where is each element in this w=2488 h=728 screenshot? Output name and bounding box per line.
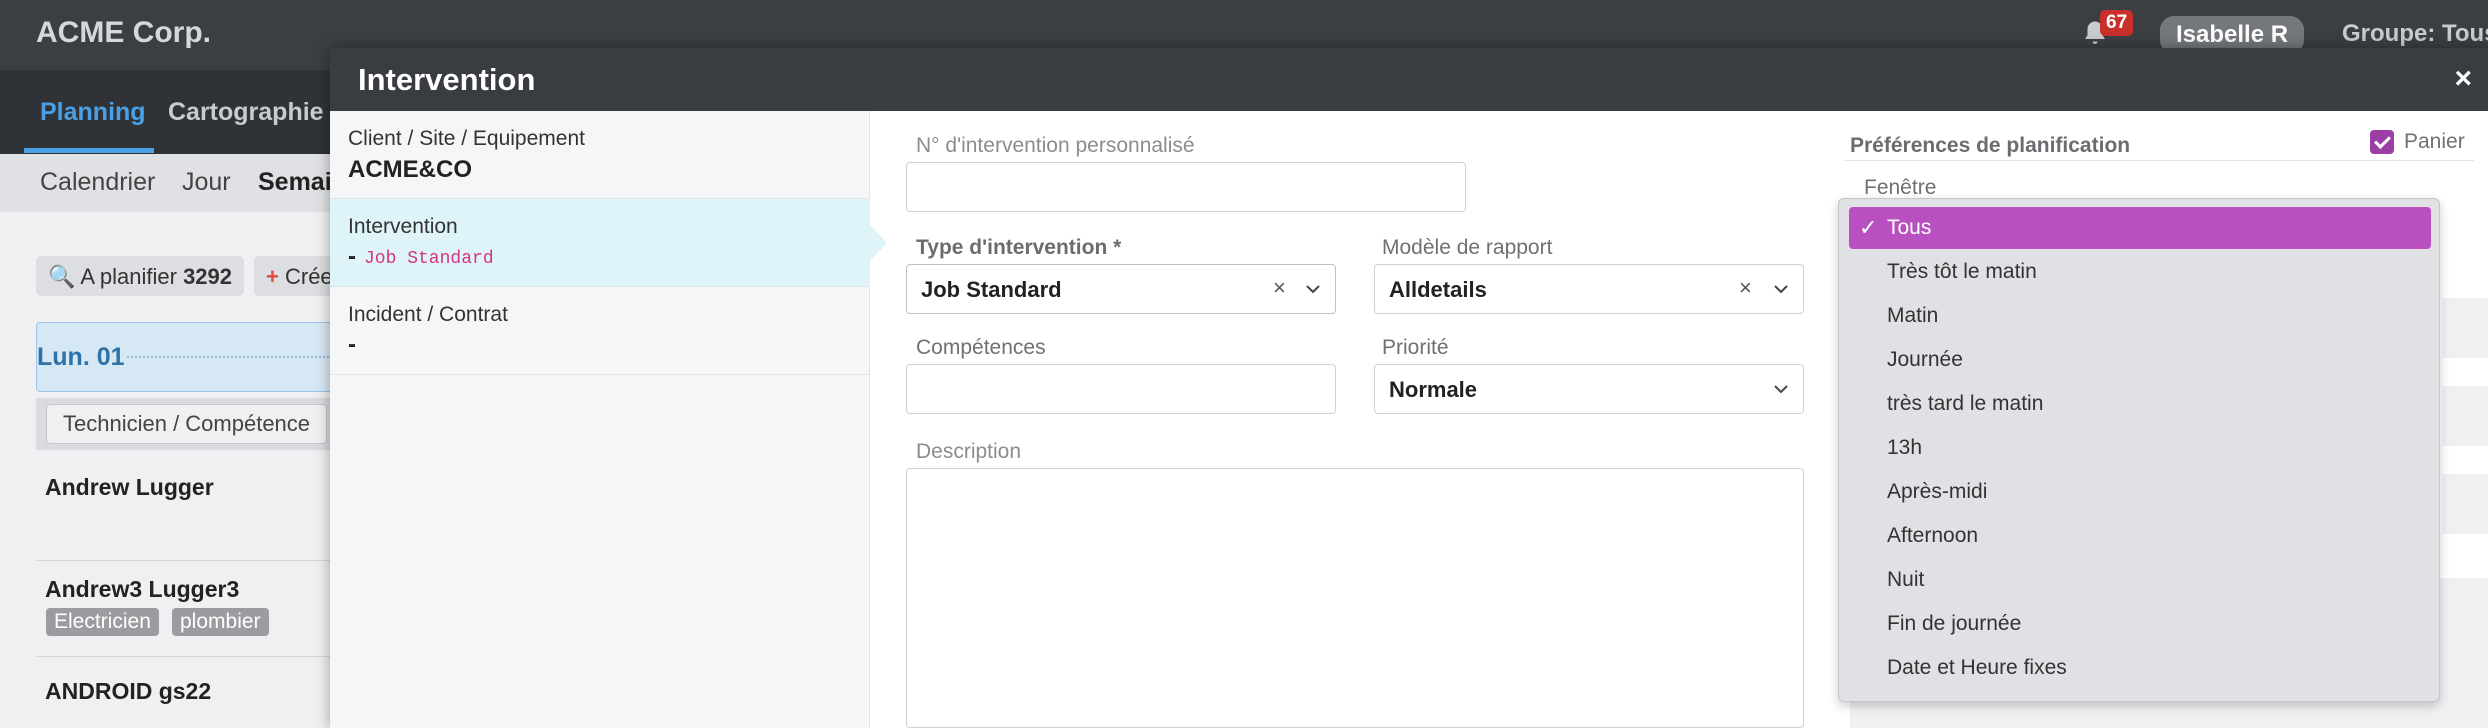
basket-label: Panier	[2404, 130, 2465, 153]
dropdown-option[interactable]: 13h	[1849, 427, 2431, 469]
skill-tag: plombier	[172, 608, 269, 636]
to-plan-label: A planifier	[80, 264, 177, 289]
close-icon[interactable]: ×	[2454, 62, 2472, 96]
clear-icon[interactable]: ×	[1739, 275, 1752, 301]
dropdown-option[interactable]: Matin	[1849, 295, 2431, 337]
window-label: Fenêtre	[1864, 176, 1937, 199]
brand-logo: ACME Corp.	[36, 16, 211, 49]
modal-header: Intervention ×	[330, 48, 2488, 111]
priority-value: Normale	[1389, 377, 1478, 402]
sidebar-item-value: ACME&CO	[348, 156, 472, 183]
priority-label: Priorité	[1382, 336, 1449, 359]
sidebar-item-title: Incident / Contrat	[348, 303, 508, 326]
basket-checkbox[interactable]	[2370, 130, 2394, 154]
technician-header-label[interactable]: Technicien / Compétence	[46, 404, 328, 444]
nav-planning[interactable]: Planning	[40, 98, 146, 127]
day-divider	[127, 356, 357, 358]
sidebar-item-title: Intervention	[348, 215, 458, 238]
custom-number-label: N° d'intervention personnalisé	[916, 134, 1195, 157]
intervention-type-label: Type d'intervention *	[916, 236, 1122, 259]
planning-preferences-title: Préférences de planification	[1850, 134, 2131, 157]
intervention-type-value: Job Standard	[921, 277, 1062, 302]
technician-name[interactable]: Andrew3 Lugger3	[45, 576, 239, 603]
description-textarea[interactable]	[906, 468, 1804, 728]
chevron-down-icon	[1774, 385, 1788, 394]
to-plan-button[interactable]: 🔍 A planifier 3292	[36, 256, 245, 296]
dropdown-option[interactable]: Journée	[1849, 339, 2431, 381]
section-divider	[1844, 160, 2474, 161]
clear-icon[interactable]: ×	[1273, 275, 1286, 301]
search-icon: 🔍	[48, 264, 76, 289]
intervention-type-select[interactable]: Job Standard ×	[906, 264, 1336, 314]
row-divider	[36, 656, 336, 657]
dropdown-option[interactable]: ✓ Tous	[1849, 207, 2431, 249]
skills-input[interactable]	[906, 364, 1336, 414]
report-model-select[interactable]: Alldetails ×	[1374, 264, 1804, 314]
dropdown-option[interactable]: Très tôt le matin	[1849, 251, 2431, 293]
hidden-field-edge	[2442, 298, 2488, 358]
hidden-field-edge	[2442, 386, 2488, 446]
sidebar-item-code: Job Standard	[364, 249, 494, 269]
view-calendrier[interactable]: Calendrier	[40, 168, 155, 197]
day-row[interactable]: Lun. 01	[36, 322, 357, 392]
report-model-label: Modèle de rapport	[1382, 236, 1553, 259]
description-label: Description	[916, 440, 1022, 463]
active-arrow	[870, 225, 887, 261]
sidebar-item-title: Client / Site / Equipement	[348, 127, 585, 150]
modal-title: Intervention	[358, 62, 536, 97]
sidebar-item-incident[interactable]: Incident / Contrat -	[330, 287, 870, 375]
skill-tag: Electricien	[46, 608, 159, 636]
sidebar-item-dash: -	[348, 243, 356, 270]
chevron-down-icon	[1774, 285, 1788, 294]
chevron-down-icon	[1306, 285, 1320, 294]
plus-icon: +	[266, 264, 279, 289]
priority-select[interactable]: Normale	[1374, 364, 1804, 414]
report-model-value: Alldetails	[1389, 277, 1487, 302]
group-selector[interactable]: Groupe: Tous	[2342, 20, 2488, 48]
to-plan-count: 3292	[183, 264, 233, 289]
nav-active-indicator	[24, 148, 154, 153]
dropdown-option[interactable]: Afternoon	[1849, 515, 2431, 557]
technician-name[interactable]: Andrew Lugger	[45, 474, 214, 501]
skills-label: Compétences	[916, 336, 1046, 359]
view-jour[interactable]: Jour	[182, 168, 231, 197]
row-divider	[36, 560, 336, 561]
modal-sidebar: Client / Site / Equipement ACME&CO Inter…	[330, 111, 887, 728]
technician-name[interactable]: ANDROID gs22	[45, 678, 211, 705]
window-dropdown[interactable]: ✓ Tous Très tôt le matin Matin Journée t…	[1838, 198, 2440, 702]
dropdown-option[interactable]: Date et Heure fixes	[1849, 647, 2431, 689]
notification-badge: 67	[2100, 10, 2134, 36]
sidebar-item-dash: -	[348, 331, 356, 358]
hidden-field-edge	[2442, 474, 2488, 534]
technician-header: Technicien / Compétence	[36, 398, 336, 450]
intervention-modal: Intervention × Client / Site / Equipemen…	[330, 48, 2488, 728]
nav-cartographie[interactable]: Cartographie	[168, 98, 324, 127]
day-label: Lun. 01	[37, 343, 125, 371]
sidebar-item-intervention[interactable]: Intervention - Job Standard	[330, 199, 887, 287]
dropdown-option[interactable]: Nuit	[1849, 559, 2431, 601]
custom-number-input[interactable]	[906, 162, 1466, 212]
dropdown-option[interactable]: très tard le matin	[1849, 383, 2431, 425]
dropdown-option[interactable]: Après-midi	[1849, 471, 2431, 513]
check-icon: ✓	[1859, 215, 1878, 240]
dropdown-option[interactable]: Fin de journée	[1849, 603, 2431, 645]
sidebar-item-client[interactable]: Client / Site / Equipement ACME&CO	[330, 111, 870, 199]
